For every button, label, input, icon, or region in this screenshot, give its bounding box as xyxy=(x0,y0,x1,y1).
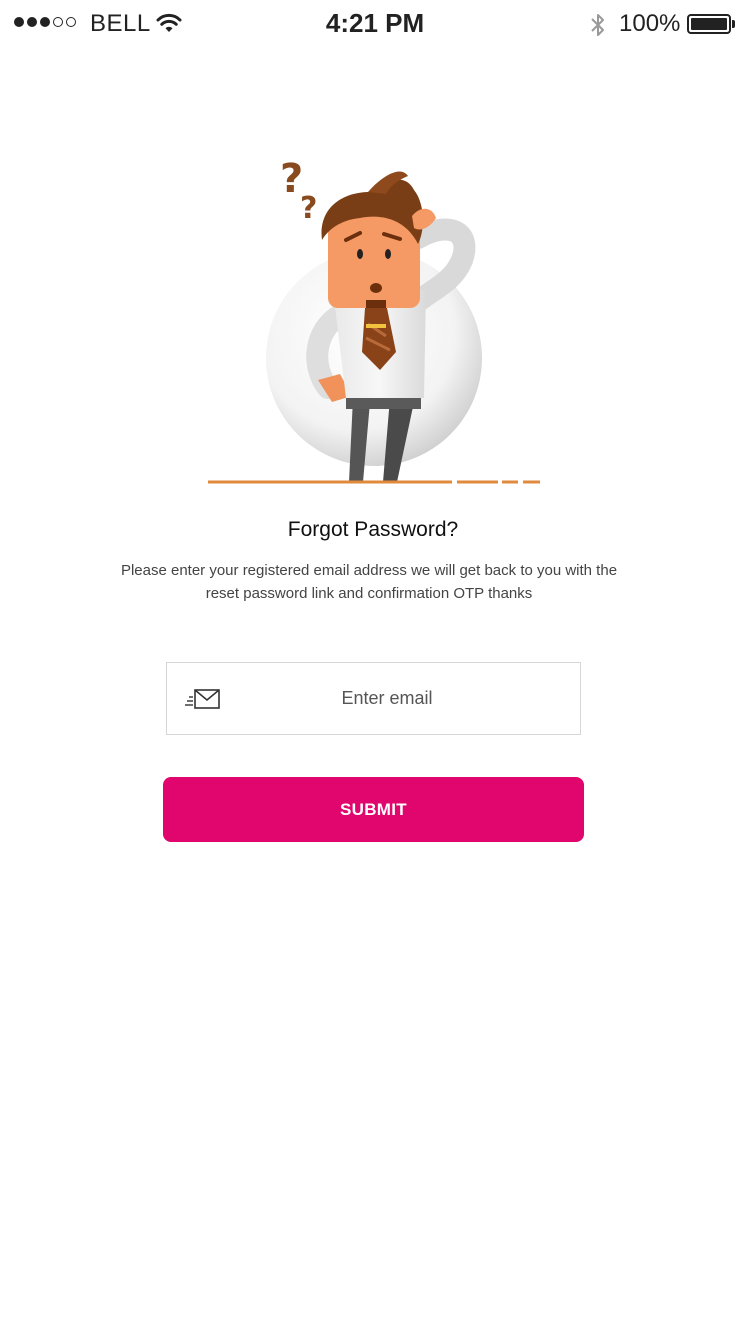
status-bar: BELL 4:21 PM 100% xyxy=(0,0,750,50)
battery-cap xyxy=(732,20,735,28)
bluetooth-icon xyxy=(588,11,608,44)
instruction-text: Please enter your registered email addre… xyxy=(120,562,618,602)
page-title: Forgot Password? xyxy=(287,518,459,541)
battery-icon xyxy=(687,14,731,34)
battery-level xyxy=(691,18,727,30)
email-field[interactable] xyxy=(166,662,581,735)
submit-button[interactable]: SUBMIT xyxy=(163,777,584,842)
confused-man-illustration: ? ? xyxy=(200,140,550,495)
svg-text:?: ? xyxy=(300,191,317,226)
battery-percent: 100% xyxy=(619,10,681,37)
email-input[interactable] xyxy=(237,663,537,734)
mail-icon xyxy=(185,687,223,716)
